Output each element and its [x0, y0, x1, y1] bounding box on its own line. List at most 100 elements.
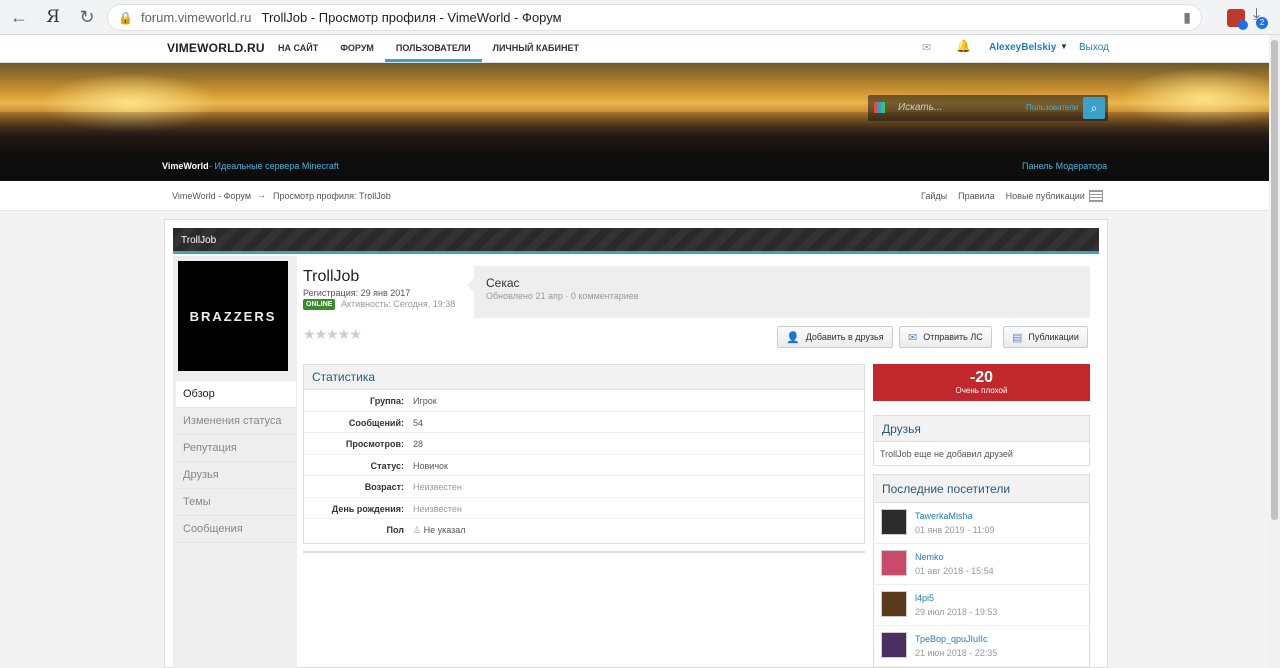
- site-tagline[interactable]: - Идеальные сервера Minecraft: [209, 161, 339, 171]
- address-page-title: TrollJob - Просмотр профиля - VimeWorld …: [261, 10, 562, 25]
- new-posts-link[interactable]: Новые публикации: [1006, 191, 1085, 201]
- send-pm-label: Отправить ЛС: [923, 332, 983, 342]
- avatar[interactable]: [881, 632, 907, 658]
- menu-icon[interactable]: [1089, 190, 1103, 202]
- guides-link[interactable]: Гайды: [921, 191, 947, 201]
- reputation-label: Очень плохой: [955, 386, 1008, 395]
- scrollbar[interactable]: [1269, 35, 1280, 668]
- avatar[interactable]: [881, 550, 907, 576]
- site-name-link[interactable]: VimeWorld: [162, 161, 209, 171]
- tab-reputation[interactable]: Репутация: [176, 435, 296, 462]
- last-activity: Активность: Сегодня, 19:38: [341, 299, 456, 309]
- gender-value: Не указал: [423, 525, 466, 535]
- stat-value: Новичок: [413, 460, 448, 471]
- stats-row: Статус: Новичок: [304, 455, 864, 476]
- avatar[interactable]: [881, 591, 907, 617]
- site-subheader: VimeWorld - Идеальные сервера Minecraft …: [0, 152, 1269, 181]
- address-bar[interactable]: 🔒 forum.vimeworld.ru TrollJob - Просмотр…: [107, 4, 1202, 31]
- tab-messages[interactable]: Сообщения: [176, 516, 296, 543]
- stat-key: Статус:: [370, 460, 404, 471]
- nav-item-users[interactable]: ПОЛЬЗОВАТЕЛИ: [384, 35, 482, 62]
- back-icon[interactable]: ←: [4, 2, 34, 32]
- stat-value: 28: [413, 439, 424, 449]
- avatar[interactable]: [881, 509, 907, 535]
- address-url: forum.vimeworld.ru: [140, 10, 252, 25]
- rating-stars[interactable]: ★★★★★: [303, 326, 362, 343]
- send-pm-button[interactable]: ✉ Отправить ЛС: [899, 326, 992, 348]
- mail-icon[interactable]: ✉: [922, 41, 931, 54]
- chevron-down-icon[interactable]: ▼: [1060, 42, 1068, 51]
- logout-link[interactable]: Выход: [1079, 42, 1109, 53]
- stat-value: Игрок: [413, 396, 437, 406]
- visitors-title: Последние посетители: [874, 475, 1089, 503]
- tab-topics[interactable]: Темы: [176, 489, 296, 516]
- visitor-date: 29 июл 2018 - 19:53: [915, 607, 998, 617]
- publications-label: Публикации: [1028, 332, 1079, 342]
- gender-icon: ♙: [413, 525, 424, 535]
- stats-row: Возраст: Неизвестен: [304, 476, 864, 498]
- stats-row: Сообщений: 54: [304, 412, 864, 433]
- friends-title: Друзья: [874, 416, 1089, 442]
- stats-row: Просмотров: 28: [304, 433, 864, 455]
- status-update: Секас Обновлено 21 апр · 0 комментариев: [467, 266, 1090, 318]
- profile-title-bar: TrollJob: [173, 228, 1099, 254]
- nav-item-forum[interactable]: ФОРУМ: [329, 35, 385, 62]
- nav-item-site[interactable]: НА САЙТ: [267, 35, 329, 62]
- scrollbar-thumb[interactable]: [1271, 40, 1278, 520]
- add-friend-button[interactable]: 👤 Добавить в друзья: [777, 326, 893, 348]
- breadcrumb-current: Просмотр профиля: TrollJob: [273, 191, 391, 201]
- bell-icon[interactable]: 🔔: [956, 39, 971, 53]
- divider: [303, 551, 865, 553]
- stats-title: Статистика: [304, 365, 864, 390]
- avatar-text: BRAZZERS: [189, 308, 277, 324]
- stat-value: ♙ Не указал: [413, 525, 466, 536]
- rules-link[interactable]: Правила: [958, 191, 995, 201]
- tab-friends[interactable]: Друзья: [176, 462, 296, 489]
- add-friend-label: Добавить в друзья: [805, 332, 884, 342]
- quick-links: Гайды Правила Новые публикации: [921, 191, 1085, 201]
- user-menu[interactable]: AlexeyBelskiy: [989, 42, 1056, 53]
- stat-value: Неизвестен: [413, 482, 462, 492]
- lock-icon: 🔒: [118, 10, 133, 25]
- visitor-name[interactable]: Nemko: [915, 552, 944, 562]
- search-input[interactable]: Искать...: [898, 102, 942, 113]
- stat-key: Возраст:: [364, 482, 404, 492]
- list-item: TawerkaMisha 01 янв 2019 - 11:09: [874, 503, 1089, 544]
- extension-icon[interactable]: [1227, 9, 1248, 30]
- profile-panel-title: TrollJob: [181, 235, 217, 246]
- visitor-name[interactable]: l4pi5: [915, 593, 934, 603]
- stat-key: День рождения:: [331, 503, 404, 514]
- bookmark-icon[interactable]: ▮: [1183, 9, 1191, 26]
- main-nav: НА САЙТ ФОРУМ ПОЛЬЗОВАТЕЛИ ЛИЧНЫЙ КАБИНЕ…: [267, 35, 590, 62]
- download-icon[interactable]: ⤓ 2: [1253, 6, 1269, 29]
- search-scope[interactable]: Пользователи: [1026, 103, 1078, 112]
- friends-empty-text: TrollJob еще не добавил друзей: [880, 449, 1013, 459]
- avatar[interactable]: BRAZZERS: [178, 261, 288, 371]
- stat-key: Группа:: [369, 396, 404, 406]
- search-icon[interactable]: ⌕: [1083, 97, 1105, 119]
- visitor-name[interactable]: ТреВор_qpuJIuIIc: [915, 634, 988, 644]
- moderator-panel-link[interactable]: Панель Модератора: [1022, 161, 1107, 171]
- status-meta[interactable]: Обновлено 21 апр · 0 комментариев: [486, 291, 639, 301]
- site-logo[interactable]: VIMEWORLD.RU: [167, 41, 265, 55]
- tab-status-changes[interactable]: Изменения статуса: [176, 408, 296, 435]
- breadcrumb-root[interactable]: VimeWorld - Форум: [172, 191, 251, 201]
- breadcrumb: VimeWorld - Форум → Просмотр профиля: Tr…: [0, 181, 1269, 211]
- stat-key: Сообщений:: [348, 417, 404, 428]
- document-icon: ▤: [1012, 331, 1023, 344]
- visitor-date: 21 июн 2018 - 22:35: [915, 648, 998, 658]
- search-options-icon[interactable]: [874, 102, 885, 113]
- online-badge: ONLINE: [303, 299, 336, 310]
- stat-value: 54: [413, 417, 424, 428]
- registration-date: Регистрация: 29 янв 2017: [303, 288, 411, 298]
- visitor-date: 01 янв 2019 - 11:09: [915, 525, 995, 535]
- visitor-name[interactable]: TawerkaMisha: [915, 511, 973, 521]
- publications-button[interactable]: ▤ Публикации: [1003, 326, 1088, 348]
- tab-overview[interactable]: Обзор: [176, 381, 296, 408]
- nav-item-cabinet[interactable]: ЛИЧНЫЙ КАБИНЕТ: [482, 35, 590, 62]
- yandex-icon[interactable]: Я: [38, 2, 68, 32]
- status-text[interactable]: Секас: [486, 276, 520, 290]
- profile-username: TrollJob: [303, 268, 360, 285]
- reload-icon[interactable]: ↻: [72, 2, 102, 32]
- stat-key: Пол: [386, 525, 404, 535]
